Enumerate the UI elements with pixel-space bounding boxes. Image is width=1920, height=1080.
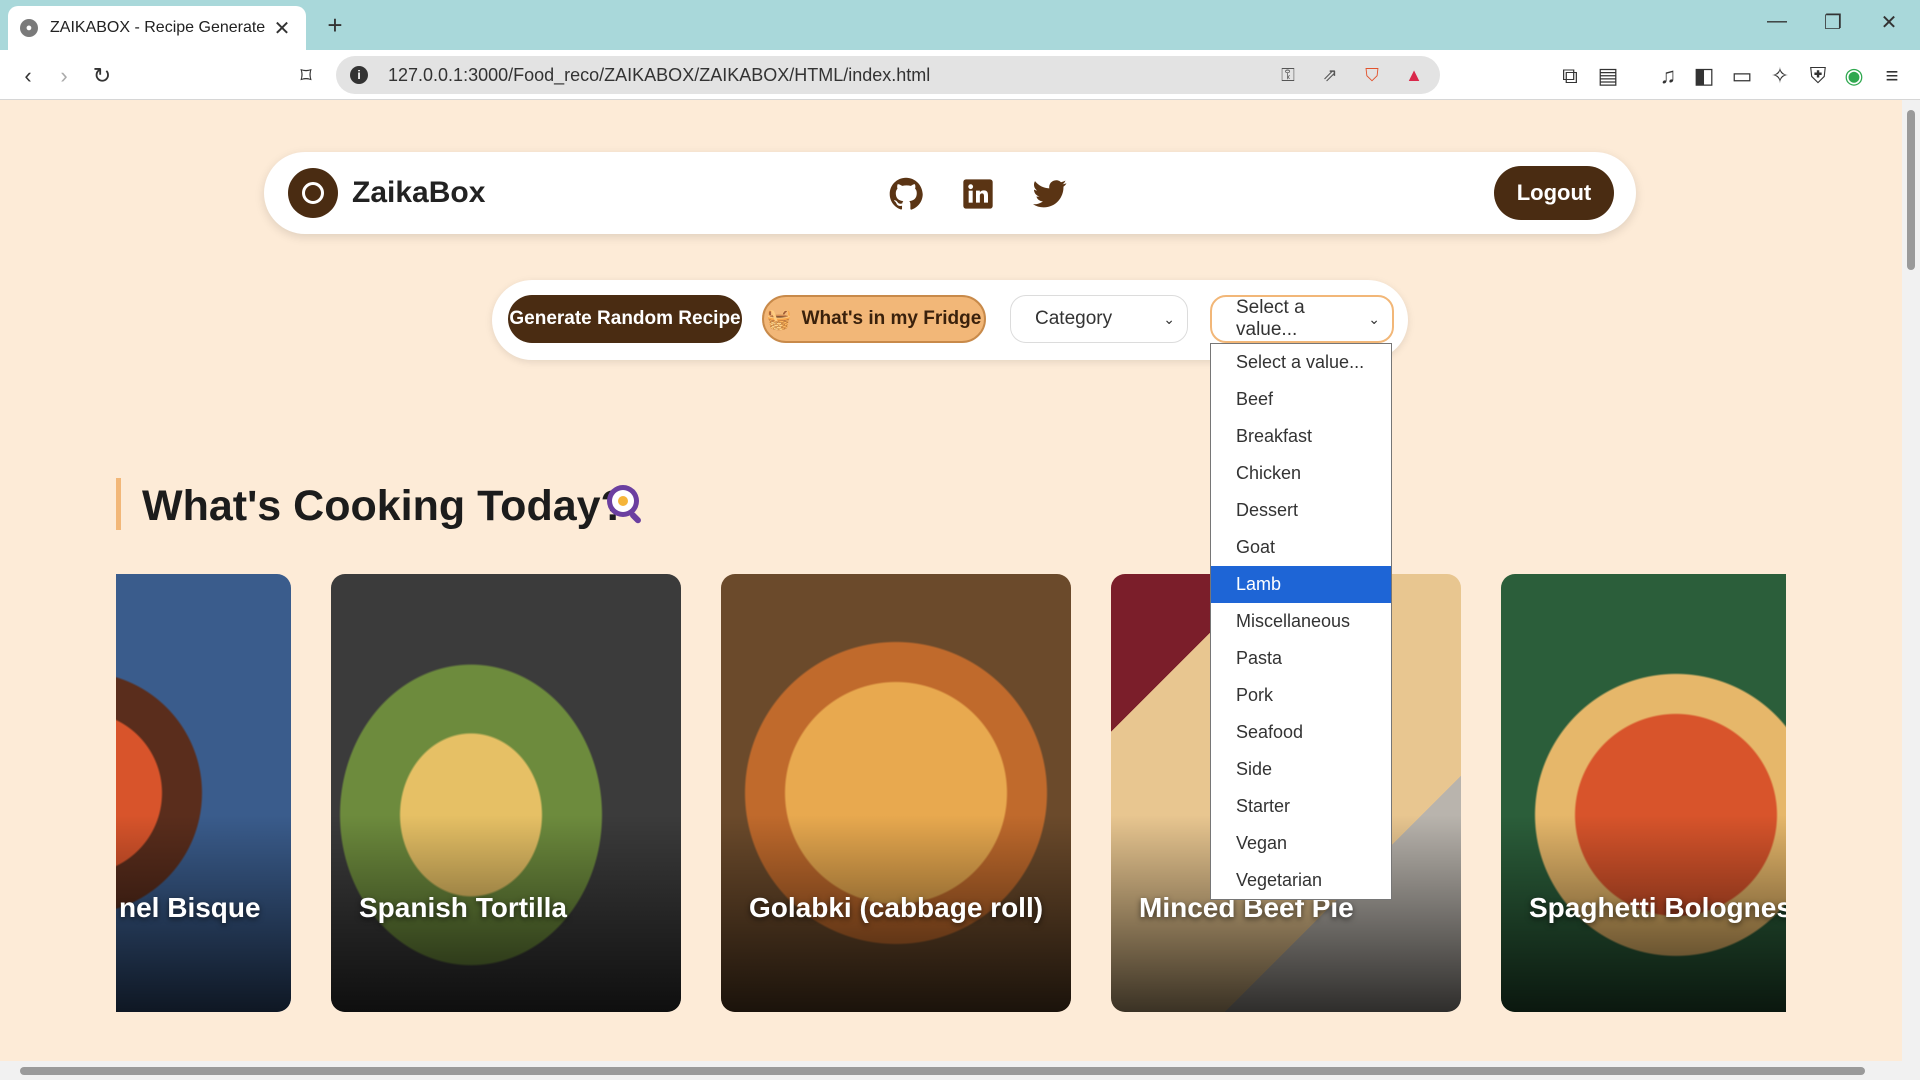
value-dropdown-list: Select a value... Beef Breakfast Chicken…	[1210, 343, 1392, 900]
dropdown-option[interactable]: Beef	[1211, 381, 1391, 418]
back-icon[interactable]: ‹	[14, 62, 42, 90]
reload-icon[interactable]: ↻	[88, 62, 116, 90]
site-header: ZaikaBox Logout	[264, 152, 1636, 234]
vertical-scrollbar[interactable]	[1902, 100, 1920, 1061]
recipe-card-title: Golabki (cabbage roll)	[749, 892, 1044, 923]
browser-tab-bar: ● ZAIKABOX - Recipe Generate ✕ + — ❐ ✕	[0, 0, 1920, 50]
browser-tab[interactable]: ● ZAIKABOX - Recipe Generate ✕	[8, 6, 306, 50]
leo-ai-icon[interactable]: ✧	[1766, 62, 1794, 90]
chevron-down-icon: ⌄	[1163, 310, 1175, 327]
dropdown-option[interactable]: Select a value...	[1211, 344, 1391, 381]
category-select[interactable]: Category ⌄	[1010, 295, 1188, 343]
restore-icon[interactable]: ❐	[1818, 10, 1848, 35]
new-tab-icon[interactable]: +	[320, 10, 350, 41]
sidebar-icon[interactable]: ◧	[1690, 62, 1718, 90]
value-select-value: Select a value...	[1236, 297, 1305, 340]
key-icon[interactable]: ⚿	[1276, 65, 1300, 86]
recipe-card[interactable]: Golabki (cabbage roll)	[721, 574, 1071, 1012]
section-heading: What's Cooking Today?	[142, 482, 627, 530]
forward-icon[interactable]: ›	[50, 62, 78, 90]
dropdown-option[interactable]: Goat	[1211, 529, 1391, 566]
minimize-icon[interactable]: —	[1762, 10, 1792, 33]
fridge-button-label: What's in my Fridge	[801, 308, 982, 329]
value-select[interactable]: Select a value... ⌄	[1210, 295, 1394, 343]
recipe-card-title: Spanish Tortilla	[359, 892, 567, 923]
dropdown-option[interactable]: Vegan	[1211, 825, 1391, 862]
github-icon[interactable]	[888, 176, 924, 212]
dropdown-option[interactable]: Starter	[1211, 788, 1391, 825]
dropdown-option[interactable]: Side	[1211, 751, 1391, 788]
chevron-down-icon: ⌄	[1368, 310, 1380, 327]
profile-icon[interactable]: ◉	[1840, 62, 1868, 90]
page-viewport: ZaikaBox Logout Generate Random Recipe 🧺…	[0, 100, 1902, 1061]
media-icon[interactable]: ♫	[1654, 62, 1682, 90]
wallet-icon[interactable]: ▭	[1728, 62, 1756, 90]
logo-icon[interactable]	[288, 168, 338, 218]
frying-pan-icon	[604, 482, 648, 526]
dropdown-option[interactable]: Miscellaneous	[1211, 603, 1391, 640]
close-window-icon[interactable]: ✕	[1874, 10, 1904, 35]
brave-shield-icon[interactable]: ⛉	[1360, 65, 1384, 86]
browser-toolbar: ‹ › ↻ ⌑ i 127.0.0.1:3000/Food_reco/ZAIKA…	[0, 50, 1920, 100]
recipe-card[interactable]: nel Bisque	[116, 574, 291, 1012]
dropdown-option[interactable]: Pork	[1211, 677, 1391, 714]
recipe-card[interactable]: Spaghetti Bolognese	[1501, 574, 1786, 1012]
dropdown-option[interactable]: Breakfast	[1211, 418, 1391, 455]
dropdown-option[interactable]: Vegetarian	[1211, 862, 1391, 899]
share-icon[interactable]: ⇗	[1318, 65, 1342, 86]
address-bar[interactable]: i 127.0.0.1:3000/Food_reco/ZAIKABOX/ZAIK…	[336, 56, 1440, 94]
basket-icon: 🧺	[766, 308, 792, 331]
dropdown-option[interactable]: Chicken	[1211, 455, 1391, 492]
close-tab-icon[interactable]: ✕	[270, 16, 294, 41]
reader-icon[interactable]: ▤	[1594, 62, 1622, 90]
extensions-icon[interactable]: ⧉	[1556, 62, 1584, 90]
globe-icon: ●	[20, 19, 38, 37]
heading-accent-bar	[116, 478, 121, 530]
logout-button[interactable]: Logout	[1494, 166, 1614, 220]
dropdown-option[interactable]: Pasta	[1211, 640, 1391, 677]
site-info-icon[interactable]: i	[350, 66, 368, 84]
recipe-card[interactable]: Spanish Tortilla	[331, 574, 681, 1012]
tab-title: ZAIKABOX - Recipe Generate	[50, 19, 266, 36]
bookmark-icon[interactable]: ⌑	[292, 62, 320, 90]
recipe-card-title: nel Bisque	[119, 892, 261, 923]
vertical-scroll-thumb[interactable]	[1907, 110, 1915, 270]
recipe-carousel: nel Bisque Spanish Tortilla Golabki (cab…	[116, 574, 1786, 1014]
whats-in-my-fridge-button[interactable]: 🧺 What's in my Fridge	[762, 295, 986, 343]
generate-random-recipe-button[interactable]: Generate Random Recipe	[508, 295, 742, 343]
category-select-value: Category	[1035, 308, 1113, 329]
brand-name[interactable]: ZaikaBox	[352, 176, 485, 210]
horizontal-scrollbar[interactable]	[0, 1061, 1920, 1080]
linkedin-icon[interactable]	[960, 176, 996, 212]
vpn-icon[interactable]: ⛨	[1804, 62, 1832, 90]
dropdown-option[interactable]: Seafood	[1211, 714, 1391, 751]
url-text[interactable]: 127.0.0.1:3000/Food_reco/ZAIKABOX/ZAIKAB…	[388, 65, 1258, 86]
brave-rewards-icon[interactable]: ▲	[1402, 65, 1426, 86]
dropdown-option[interactable]: Dessert	[1211, 492, 1391, 529]
horizontal-scroll-thumb[interactable]	[20, 1067, 1865, 1075]
dropdown-option-highlighted[interactable]: Lamb	[1211, 566, 1391, 603]
menu-icon[interactable]: ≡	[1878, 62, 1906, 90]
recipe-card-title: Spaghetti Bolognese	[1529, 892, 1786, 923]
twitter-icon[interactable]	[1032, 176, 1068, 212]
